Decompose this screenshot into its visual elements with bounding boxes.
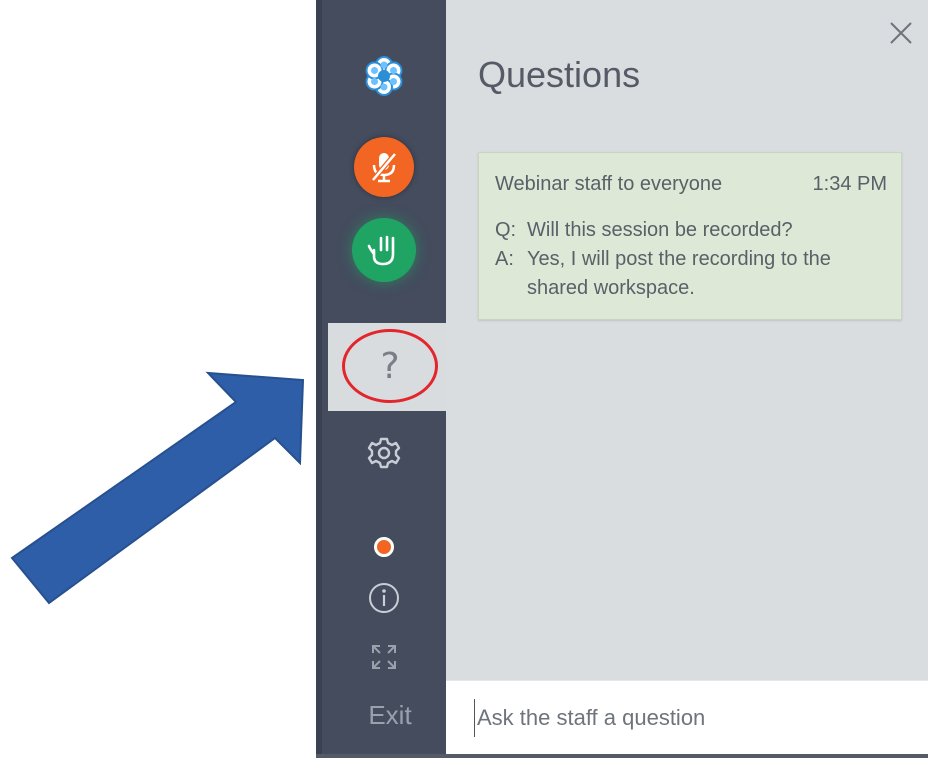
raise-hand-icon bbox=[367, 235, 395, 266]
close-button[interactable] bbox=[886, 18, 916, 48]
info-button[interactable] bbox=[364, 578, 404, 618]
qa-message-card: Webinar staff to everyone 1:34 PM Q: Wil… bbox=[478, 152, 902, 320]
webinar-control-panel: ? Exit Questions Webinar staff to everyo… bbox=[316, 0, 928, 755]
message-sender: Webinar staff to everyone bbox=[495, 173, 723, 195]
message-time: 1:34 PM bbox=[812, 173, 887, 195]
mute-toggle-button[interactable] bbox=[354, 137, 414, 197]
question-prefix: Q: bbox=[495, 219, 517, 241]
question-line: Q: Will this session be recorded? bbox=[495, 216, 793, 245]
question-text: Will this session be recorded? bbox=[527, 219, 793, 241]
logo-icon bbox=[358, 50, 410, 102]
questions-panel: Questions Webinar staff to everyone 1:34… bbox=[446, 0, 928, 680]
sidebar: ? Exit bbox=[316, 0, 452, 755]
expand-button[interactable] bbox=[364, 637, 404, 677]
recording-indicator bbox=[371, 534, 397, 560]
settings-button[interactable] bbox=[364, 433, 404, 473]
questions-tab[interactable]: ? bbox=[328, 323, 452, 411]
highlight-circle-annotation bbox=[342, 329, 438, 403]
window-bottom-border bbox=[316, 754, 928, 758]
close-icon bbox=[890, 22, 912, 44]
answer-prefix: A: bbox=[495, 248, 514, 270]
info-icon bbox=[369, 583, 399, 613]
question-input-bar bbox=[446, 680, 928, 755]
expand-arrows-icon bbox=[372, 645, 396, 669]
arrow-shape bbox=[10, 371, 305, 605]
microphone-muted-icon bbox=[371, 152, 397, 183]
panel-title: Questions bbox=[478, 54, 641, 95]
gear-icon bbox=[367, 437, 401, 469]
raise-hand-button[interactable] bbox=[352, 218, 416, 282]
recording-dot-icon bbox=[374, 537, 394, 557]
question-input[interactable] bbox=[474, 699, 899, 737]
exit-button[interactable]: Exit bbox=[328, 700, 452, 731]
answer-text: Yes, I will post the recording to the sh… bbox=[527, 248, 831, 299]
answer-line: A: Yes, I will post the recording to the… bbox=[495, 245, 895, 303]
